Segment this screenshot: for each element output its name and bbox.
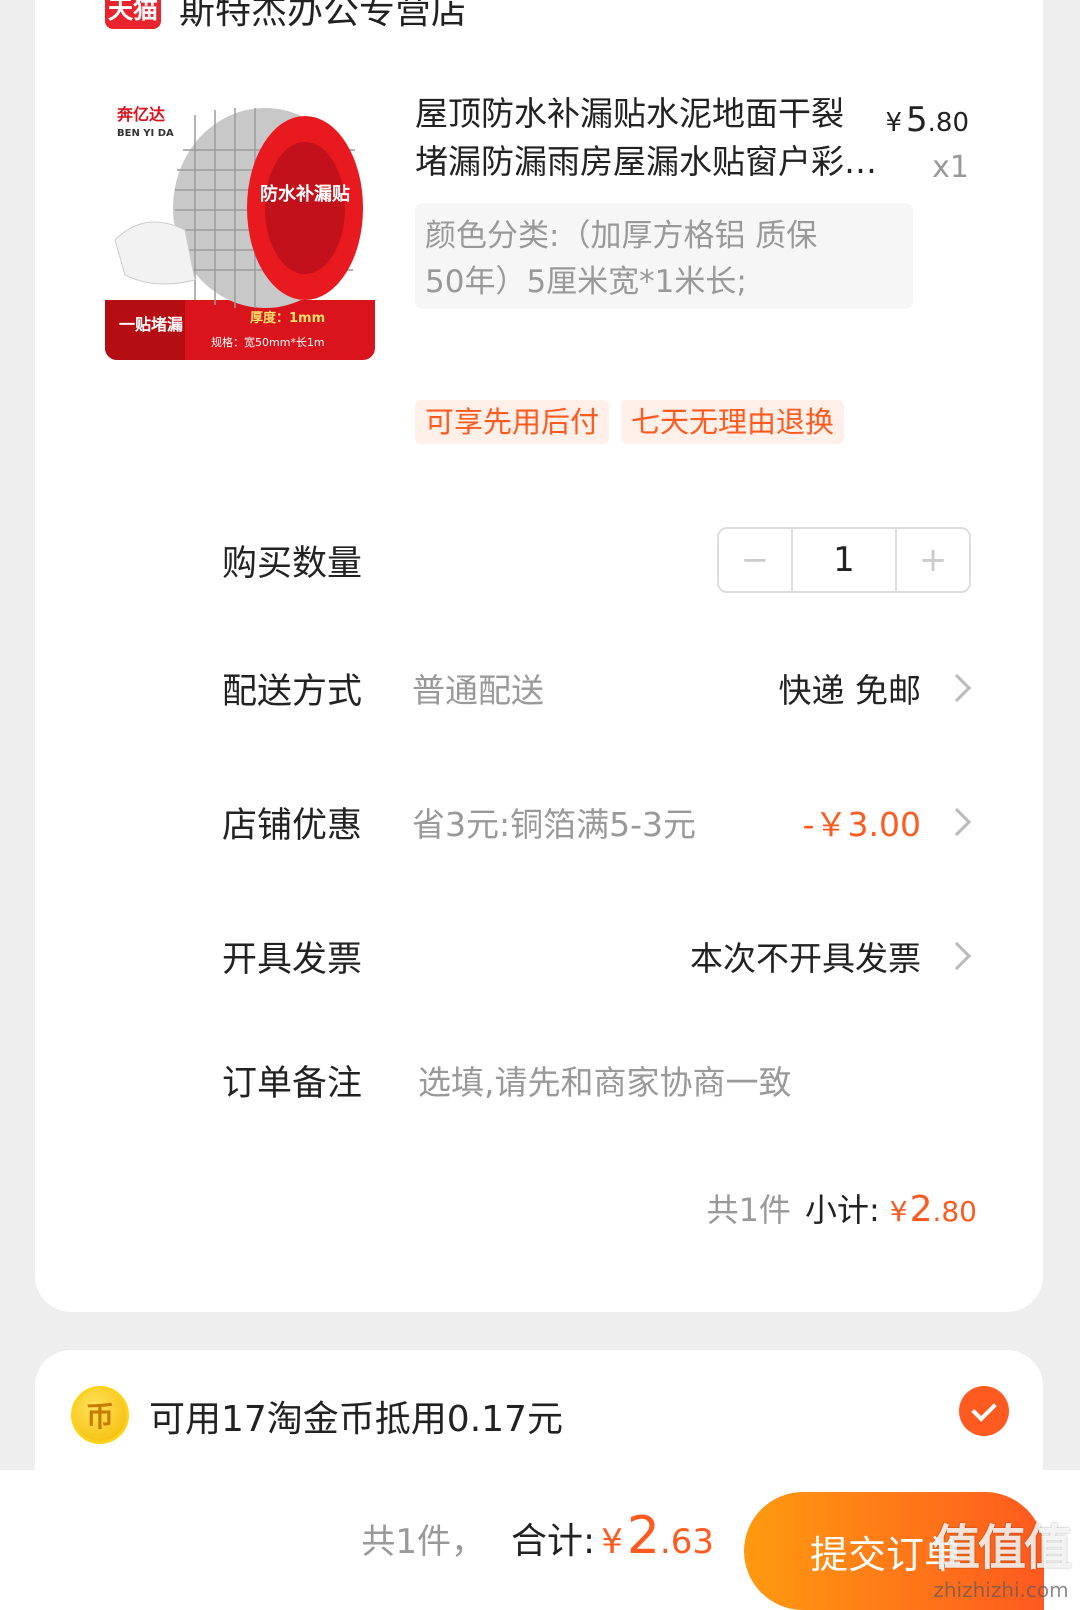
sku-selector[interactable]: 颜色分类:（加厚方格铝 质保 50年）5厘米宽*1米长; bbox=[415, 203, 913, 309]
order-card: 天猫 斯特杰办公专营店 奔亿达 BEN YI DA 防水补漏贴 一贴堵漏 厚度：… bbox=[35, 0, 1043, 1312]
sku-line2: 50年）5厘米宽*1米长; bbox=[425, 264, 747, 300]
note-row: 订单备注 选填,请先和商家协商一致 bbox=[222, 1050, 967, 1110]
delivery-row[interactable]: 配送方式 普通配送 快递 免邮 bbox=[222, 658, 972, 718]
tag-free-return: 七天无理由退换 bbox=[621, 400, 845, 444]
shop-name[interactable]: 斯特杰办公专营店 bbox=[179, 0, 467, 34]
quantity-stepper[interactable]: − 1 + bbox=[717, 527, 971, 593]
bottom-bar: 共1件， 合计: ¥2.63 提交订单 值值值 zhizhizhi.com bbox=[0, 1470, 1080, 1610]
image-corner-text: 一贴堵漏 bbox=[119, 315, 183, 334]
quantity-input[interactable]: 1 bbox=[791, 529, 897, 591]
delivery-value: 快递 免邮 bbox=[778, 671, 922, 710]
shop-header[interactable]: 天猫 斯特杰办公专营店 bbox=[105, 0, 467, 34]
product-title-line2: 堵漏防漏雨房屋漏水贴窗户彩… bbox=[415, 142, 877, 181]
coin-icon: 币 bbox=[71, 1386, 129, 1444]
discount-value: -￥3.00 bbox=[802, 805, 921, 844]
discount-row[interactable]: 店铺优惠 省3元:铜箔满5-3元 -￥3.00 bbox=[222, 792, 972, 852]
product-title-line1: 屋顶防水补漏贴水泥地面干裂 bbox=[415, 94, 844, 133]
increment-button[interactable]: + bbox=[897, 529, 969, 591]
item-quantity: x1 bbox=[932, 150, 969, 185]
product-title[interactable]: 屋顶防水补漏贴水泥地面干裂 堵漏防漏雨房屋漏水贴窗户彩… bbox=[415, 90, 915, 186]
total-label: 合计: bbox=[511, 1521, 596, 1562]
decrement-button[interactable]: − bbox=[719, 529, 791, 591]
discount-label: 店铺优惠 bbox=[222, 805, 363, 846]
invoice-row[interactable]: 开具发票 本次不开具发票 bbox=[222, 926, 972, 986]
check-icon[interactable] bbox=[959, 1386, 1009, 1436]
chevron-right-icon bbox=[942, 941, 972, 971]
image-brand-text: 奔亿达 bbox=[116, 105, 165, 124]
order-total: 共1件， 合计: ¥2.63 bbox=[361, 1506, 714, 1566]
product-image[interactable]: 奔亿达 BEN YI DA 防水补漏贴 一贴堵漏 厚度：1mm 规格：宽50mm… bbox=[105, 90, 375, 360]
invoice-label: 开具发票 bbox=[222, 939, 363, 980]
watermark: 值值值 zhizhizhi.com bbox=[931, 1520, 1072, 1602]
subtotal-amount: ¥2.80 bbox=[889, 1189, 977, 1230]
tmall-logo-icon: 天猫 bbox=[105, 0, 161, 29]
tag-pay-later: 可享先用后付 bbox=[415, 400, 610, 444]
delivery-label: 配送方式 bbox=[222, 671, 363, 712]
chevron-right-icon bbox=[942, 673, 972, 703]
image-roll-text: 防水补漏贴 bbox=[260, 183, 350, 205]
coins-text: 可用17淘金币抵用0.17元 bbox=[149, 1399, 563, 1440]
quantity-label: 购买数量 bbox=[222, 543, 363, 584]
subtotal-label: 小计: bbox=[804, 1191, 880, 1229]
total-count: 共1件， bbox=[361, 1522, 486, 1562]
image-spec-text: 规格：宽50mm*长1m bbox=[211, 335, 325, 349]
subtotal-count: 共1件 bbox=[706, 1191, 791, 1229]
total-amount: ¥2.63 bbox=[601, 1506, 714, 1566]
sku-line1: 颜色分类:（加厚方格铝 质保 bbox=[425, 218, 818, 254]
note-input[interactable]: 选填,请先和商家协商一致 bbox=[418, 1056, 967, 1104]
discount-description: 省3元:铜箔满5-3元 bbox=[412, 805, 697, 844]
note-label: 订单备注 bbox=[222, 1063, 363, 1104]
image-thickness-text: 厚度：1mm bbox=[250, 310, 325, 326]
quantity-row: 购买数量 − 1 + bbox=[222, 527, 971, 593]
invoice-value: 本次不开具发票 bbox=[690, 939, 921, 978]
image-brand-en-text: BEN YI DA bbox=[117, 128, 174, 139]
chevron-right-icon bbox=[942, 807, 972, 837]
subtotal: 共1件 小计: ¥2.80 bbox=[707, 1185, 977, 1231]
unit-price: ¥5.80 bbox=[885, 100, 969, 140]
service-tags: 可享先用后付 七天无理由退换 bbox=[415, 400, 856, 444]
delivery-method: 普通配送 bbox=[412, 671, 544, 710]
product-image-graphic: 奔亿达 BEN YI DA 防水补漏贴 一贴堵漏 厚度：1mm 规格：宽50mm… bbox=[105, 90, 375, 360]
